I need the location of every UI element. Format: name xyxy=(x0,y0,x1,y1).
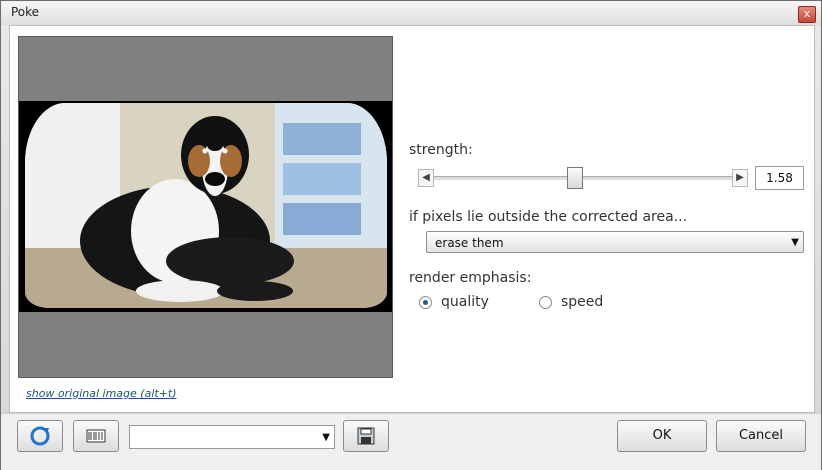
window-title: Poke xyxy=(11,5,40,19)
show-original-link[interactable]: show original image (alt+t) xyxy=(26,387,177,400)
dog-photo-illustration xyxy=(25,103,387,308)
strength-value-field[interactable]: 1.58 xyxy=(755,166,804,190)
strength-label: strength: xyxy=(409,142,473,158)
poke-dialog: Poke x show original image (alt+t) stren… xyxy=(0,0,822,470)
slider-track xyxy=(434,176,732,180)
close-button[interactable]: x xyxy=(798,6,816,23)
render-emphasis-label: render emphasis: xyxy=(409,270,532,286)
randomize-button[interactable] xyxy=(73,420,119,452)
refresh-icon xyxy=(30,426,50,446)
outside-area-select[interactable]: erase them ▼ xyxy=(426,231,804,253)
speed-radio-label: speed xyxy=(561,294,604,310)
outside-area-label: if pixels lie outside the corrected area… xyxy=(409,209,688,225)
save-icon xyxy=(357,427,375,445)
speed-radio[interactable] xyxy=(539,296,552,309)
chevron-down-icon: ▼ xyxy=(791,237,799,248)
quality-radio-label: quality xyxy=(441,294,489,310)
preview-image-area xyxy=(19,101,392,312)
chevron-down-icon: ▼ xyxy=(322,432,330,443)
dialog-content: show original image (alt+t) strength: ◀ … xyxy=(9,25,815,413)
dialog-footer: ▼ OK Cancel xyxy=(1,413,821,470)
preview-image xyxy=(25,103,387,308)
slider-right-arrow[interactable]: ▶ xyxy=(732,169,748,187)
ok-button[interactable]: OK xyxy=(617,420,707,452)
cancel-button[interactable]: Cancel xyxy=(716,420,806,452)
preset-combobox[interactable]: ▼ xyxy=(129,425,335,449)
image-preview xyxy=(18,36,393,378)
title-bar: Poke x xyxy=(1,1,821,25)
quality-radio[interactable] xyxy=(419,296,432,309)
save-preset-button[interactable] xyxy=(343,420,389,452)
outside-area-selected: erase them xyxy=(435,236,504,250)
slider-left-arrow[interactable]: ◀ xyxy=(418,169,434,187)
reset-button[interactable] xyxy=(17,420,63,452)
slider-thumb[interactable] xyxy=(566,167,583,189)
strength-slider[interactable]: ◀ ▶ xyxy=(418,167,748,189)
barcode-icon xyxy=(86,429,106,443)
